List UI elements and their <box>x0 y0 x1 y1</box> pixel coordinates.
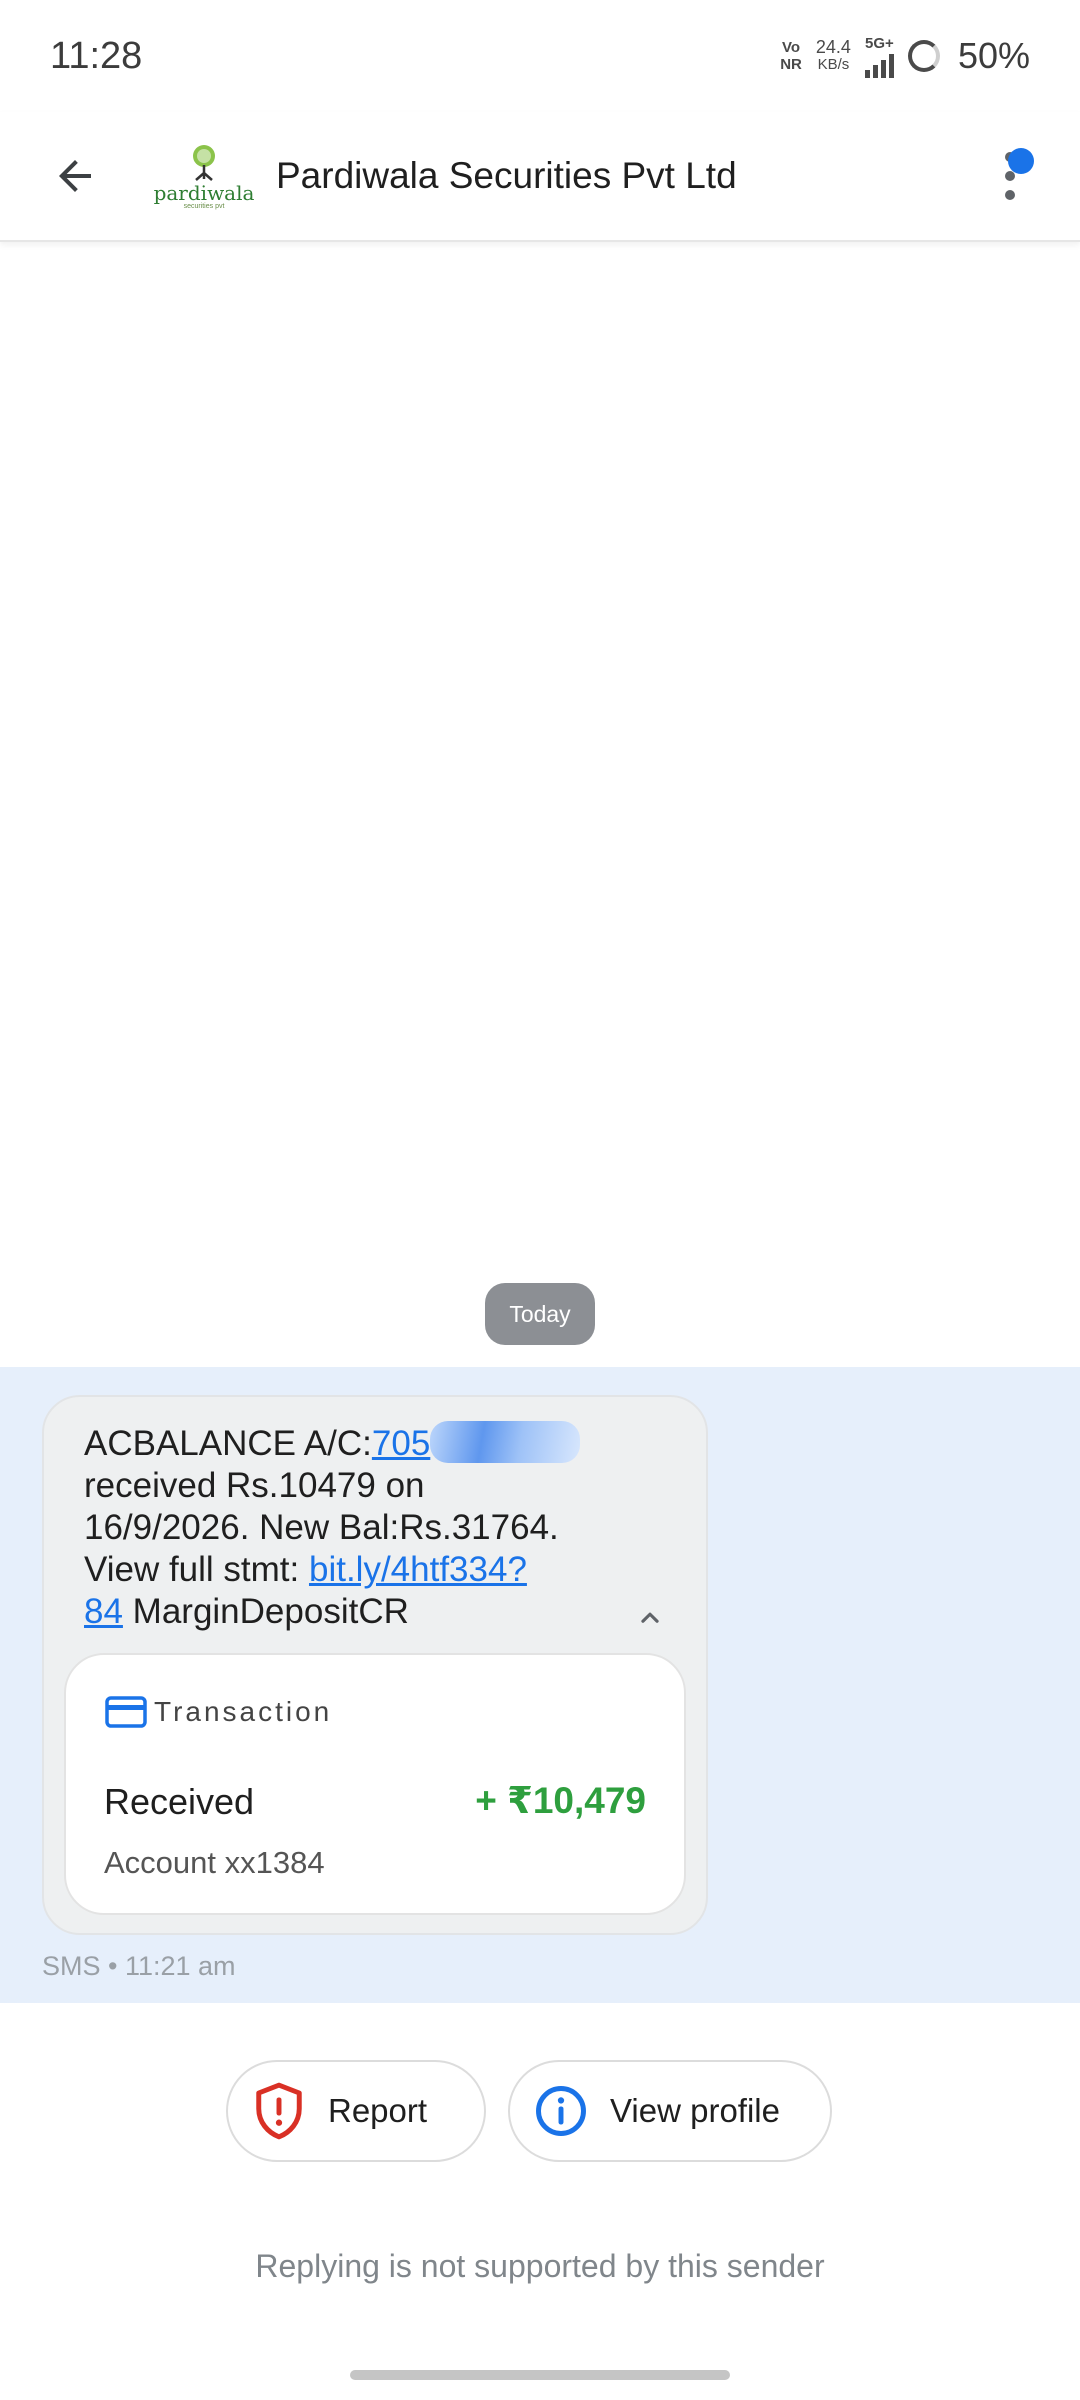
network-speed-unit: KB/s <box>817 56 850 73</box>
credit-card-icon <box>105 1696 147 1728</box>
transaction-amount: + ₹10,479 <box>475 1780 646 1821</box>
date-chip: Today <box>485 1283 595 1345</box>
transaction-card[interactable]: Transaction Received + ₹10,479 Account x… <box>64 1653 686 1915</box>
arrow-back-icon <box>59 160 91 192</box>
transaction-account: Account xx1384 <box>104 1845 325 1880</box>
more-dot <box>1005 190 1015 200</box>
network-speed: 24.4 KB/s <box>815 37 851 73</box>
message-bubble[interactable]: ACBALANCE A/C:705 received Rs.10479 on 1… <box>42 1395 708 1935</box>
message-line-3: 16/9/2026. New Bal:Rs.31764. <box>84 1508 559 1547</box>
info-icon <box>536 2086 586 2136</box>
home-indicator[interactable] <box>350 2370 730 2380</box>
chevron-up-icon <box>641 1612 659 1623</box>
account-number-link[interactable]: 705 <box>372 1424 430 1463</box>
avatar-sub-text: securities pvt <box>183 202 225 210</box>
view-profile-button[interactable]: View profile <box>508 2060 832 2162</box>
shield-alert-icon <box>256 2082 302 2140</box>
reply-not-supported-note: Replying is not supported by this sender <box>255 2248 825 2284</box>
battery-icon <box>907 40 940 72</box>
transaction-heading-label: Transaction <box>154 1696 333 1727</box>
volte-bottom: NR <box>780 56 802 73</box>
transaction-type: Received <box>104 1781 255 1822</box>
network-speed-value: 24.4 <box>815 37 851 57</box>
volte-top: Vo <box>782 39 801 56</box>
report-button[interactable]: Report <box>226 2060 486 2162</box>
status-indicators: Vo NR 24.4 KB/s 5G+ 50% <box>780 35 1030 78</box>
sender-avatar[interactable]: pardiwala securities pvt <box>153 128 255 224</box>
signal-indicator: 5G+ <box>864 34 894 78</box>
signal-type: 5G+ <box>865 34 894 52</box>
more-options-button[interactable] <box>980 136 1040 216</box>
transaction-heading: Transaction <box>104 1695 332 1729</box>
sender-name[interactable]: Pardiwala Securities Pvt Ltd <box>276 155 980 197</box>
volte-indicator: Vo NR <box>780 39 802 73</box>
signal-bars-icon <box>864 52 894 78</box>
statement-link-continued[interactable]: 84 <box>84 1592 123 1631</box>
conversation-header: pardiwala securities pvt Pardiwala Secur… <box>0 112 1080 242</box>
status-bar: 11:28 Vo NR 24.4 KB/s 5G+ 50% <box>0 0 1080 112</box>
more-dot <box>1005 171 1015 181</box>
message-text: ACBALANCE A/C:705 received Rs.10479 on 1… <box>84 1421 644 1633</box>
redaction-scribble <box>430 1421 581 1463</box>
message-line-4: View full stmt: <box>84 1550 309 1589</box>
collapse-button[interactable] <box>630 1597 670 1637</box>
report-label: Report <box>328 2092 428 2129</box>
tree-logo-icon <box>193 144 215 181</box>
status-time: 11:28 <box>50 34 143 77</box>
view-profile-label: View profile <box>610 2092 780 2129</box>
message-line-1: ACBALANCE A/C: <box>84 1424 372 1463</box>
message-line-2: received Rs.10479 on <box>84 1466 425 1505</box>
avatar-brand-text: pardiwala <box>153 180 255 205</box>
message-meta: SMS • 11:21 am <box>42 1951 236 1981</box>
notification-badge <box>1008 148 1034 174</box>
message-row[interactable]: ACBALANCE A/C:705 received Rs.10479 on 1… <box>0 1367 1080 2003</box>
message-line-5: MarginDepositCR <box>122 1592 409 1631</box>
statement-link[interactable]: bit.ly/4htf334? <box>309 1550 527 1589</box>
back-button[interactable] <box>40 141 110 211</box>
battery-level: 50% <box>957 35 1030 76</box>
